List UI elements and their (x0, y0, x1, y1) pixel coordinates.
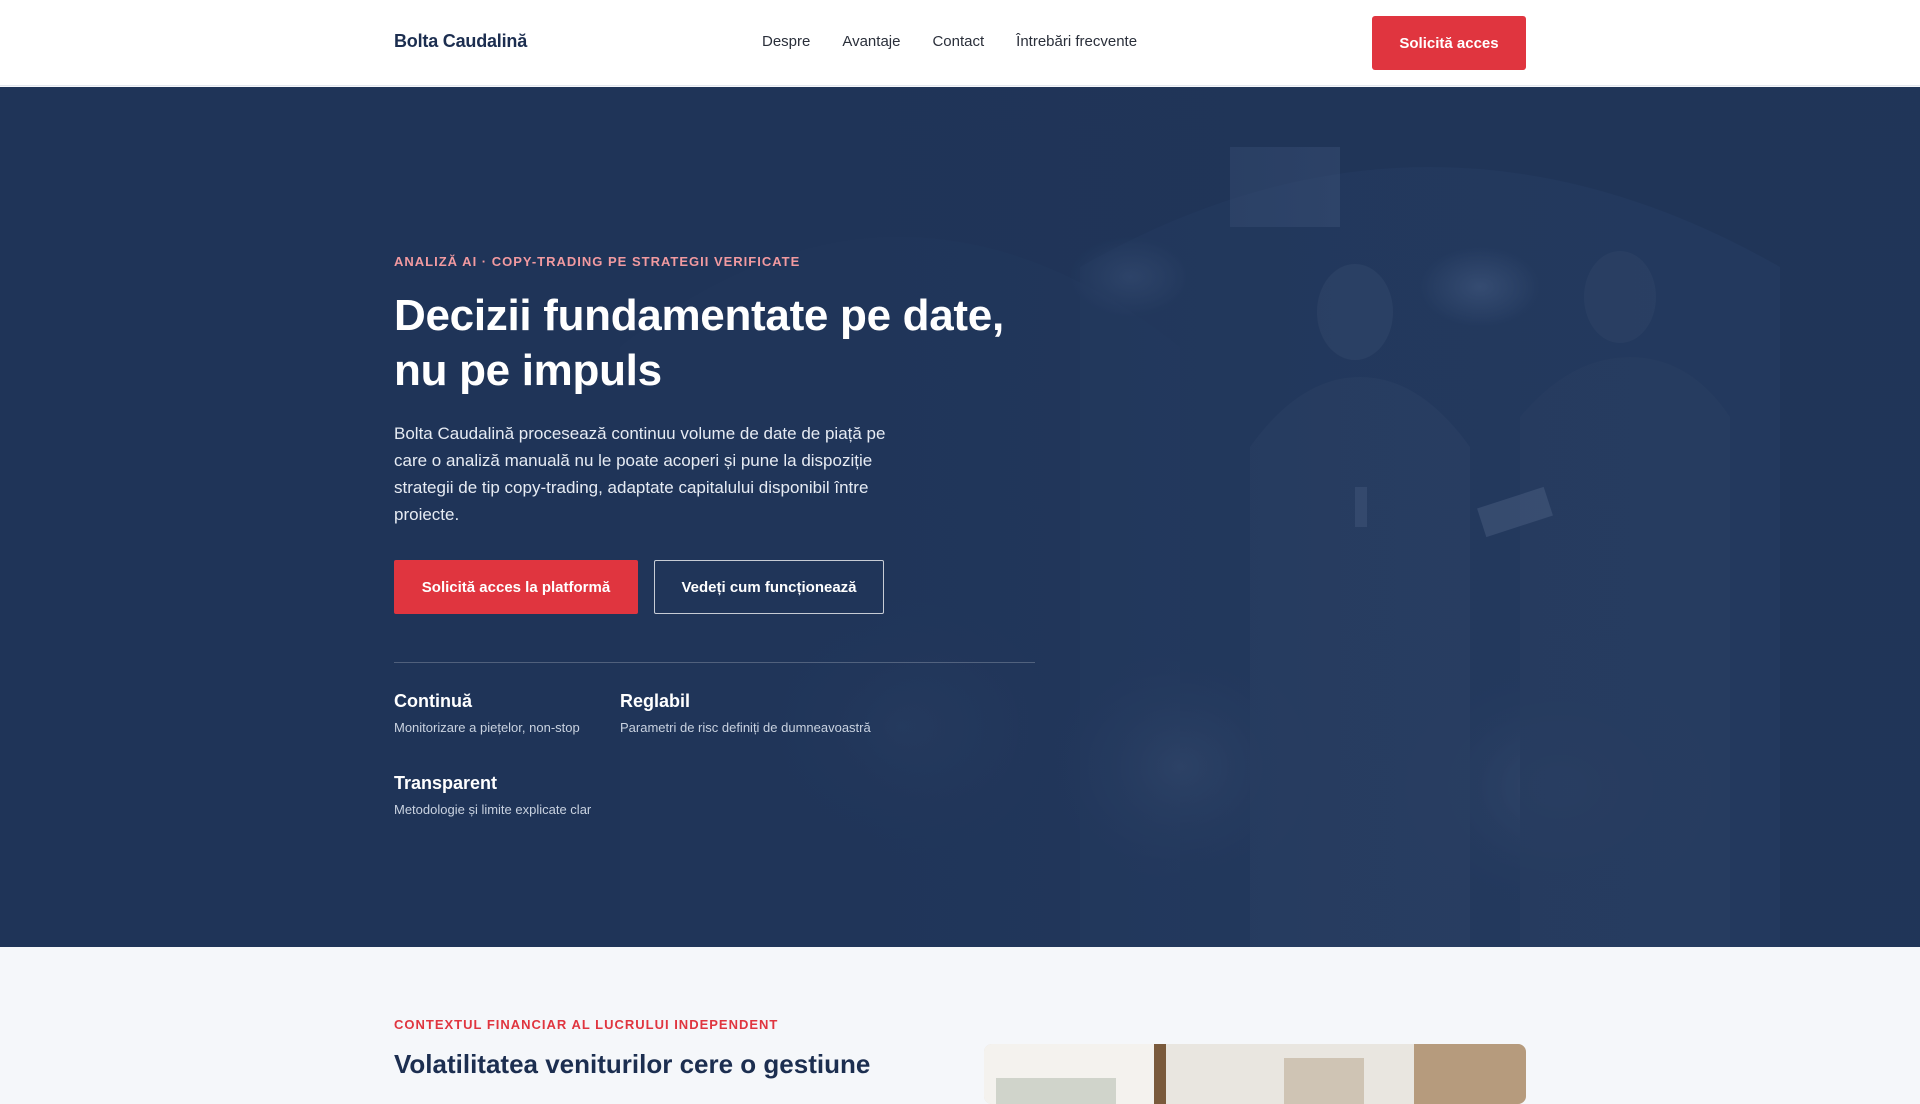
interior-photo (984, 1044, 1526, 1104)
financial-context-section: CONTEXTUL FINANCIAR AL LUCRULUI INDEPEND… (0, 947, 1920, 1104)
section-title: Volatilitatea veniturilor cere o gestiun… (394, 1049, 871, 1079)
hero-title-line-2: nu pe impuls (394, 346, 662, 395)
feature-text: Parametri de risc definiți de dumneavoas… (620, 720, 871, 735)
site-header: Bolta Caudalină Despre Avantaje Contact … (0, 0, 1920, 86)
hero-divider (394, 662, 1035, 663)
hero-description: Bolta Caudalină procesează continuu volu… (394, 424, 886, 524)
feature-title: Reglabil (620, 691, 691, 711)
header-request-access-button[interactable]: Solicită acces (1372, 16, 1526, 70)
feature-title: Transparent (394, 773, 498, 793)
hero-overlay (0, 87, 1920, 947)
how-it-works-button[interactable]: Vedeți cum funcționează (654, 560, 884, 614)
hero-title: Decizii fundamentate pe date, nu pe impu… (394, 288, 1034, 398)
request-platform-access-button[interactable]: Solicită acces la platformă (394, 560, 638, 614)
nav-link-faq[interactable]: Întrebări frecvente (1016, 33, 1137, 50)
feature-transparent: Transparent Metodologie și limite explic… (394, 773, 624, 817)
hero-section: ANALIZĂ AI · COPY-TRADING PE STRATEGII V… (0, 87, 1920, 947)
feature-text: Monitorizare a piețelor, non-stop (394, 720, 580, 735)
feature-reglabil: Reglabil Parametri de risc definiți de d… (620, 691, 871, 735)
hero-title-line-1: Decizii fundamentate pe date, (394, 291, 1004, 340)
nav-link-contact[interactable]: Contact (932, 33, 984, 50)
section-eyebrow: CONTEXTUL FINANCIAR AL LUCRULUI INDEPEND… (394, 1017, 779, 1032)
main-nav: Despre Avantaje Contact Întrebări frecve… (762, 33, 1137, 50)
feature-continua: Continuă Monitorizare a piețelor, non-st… (394, 691, 624, 735)
feature-text: Metodologie și limite explicate clar (394, 802, 592, 817)
nav-link-avantaje[interactable]: Avantaje (842, 33, 900, 50)
site-logo[interactable]: Bolta Caudalină (394, 31, 527, 52)
nav-link-despre[interactable]: Despre (762, 33, 810, 50)
section-image (984, 1044, 1526, 1104)
hero-eyebrow: ANALIZĂ AI · COPY-TRADING PE STRATEGII V… (394, 254, 801, 269)
feature-title: Continuă (394, 691, 472, 711)
